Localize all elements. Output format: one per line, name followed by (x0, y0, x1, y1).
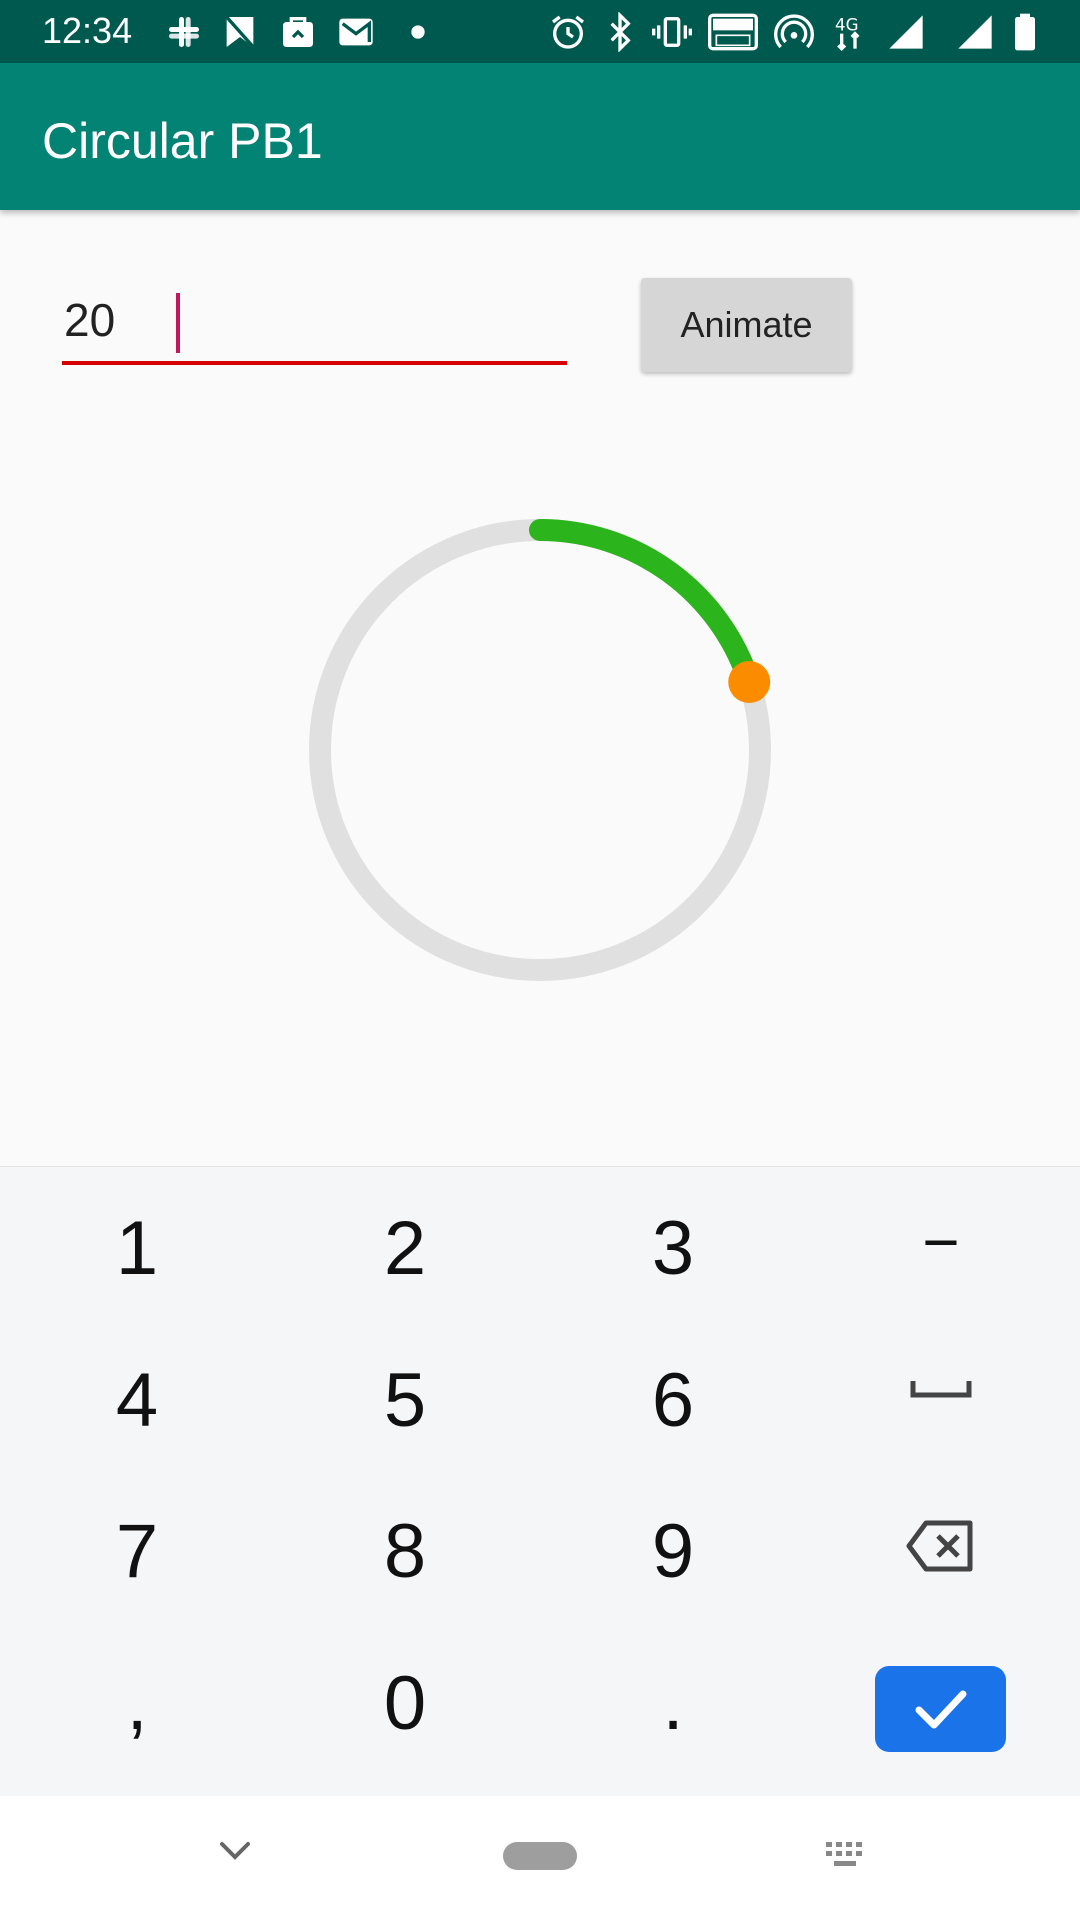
key-8[interactable]: 8 (270, 1470, 540, 1620)
bookmark-icon (220, 12, 260, 52)
key-3[interactable]: 3 (538, 1167, 808, 1317)
number-input[interactable]: 20 (62, 285, 567, 365)
key-space[interactable] (806, 1319, 1076, 1469)
circular-progress (300, 510, 780, 990)
input-underline (62, 361, 567, 365)
animate-button[interactable]: Animate (641, 278, 852, 372)
vibrate-icon (652, 12, 692, 52)
key-5[interactable]: 5 (270, 1319, 540, 1469)
keyboard-icon[interactable] (824, 1840, 868, 1870)
key-backspace[interactable] (806, 1470, 1076, 1620)
bluetooth-icon (600, 12, 640, 52)
key-comma[interactable]: , (2, 1622, 272, 1772)
chevron-down-icon[interactable] (218, 1840, 252, 1862)
navigation-bar (0, 1796, 1080, 1920)
progress-thumb[interactable] (728, 661, 771, 704)
number-input-value: 20 (64, 294, 116, 346)
progress-arc (529, 519, 761, 694)
key-0[interactable]: 0 (270, 1622, 540, 1772)
signal-icon (955, 12, 995, 52)
key-2[interactable]: 2 (270, 1167, 540, 1317)
dot-icon (398, 12, 438, 52)
status-time: 12:34 (42, 10, 133, 51)
network-4g-icon: 4G (830, 12, 870, 52)
home-pill-icon[interactable] (503, 1842, 577, 1870)
backspace-icon (906, 1520, 973, 1572)
key-1[interactable]: 1 (2, 1167, 272, 1317)
key-9[interactable]: 9 (538, 1470, 808, 1620)
bag-icon (278, 12, 318, 52)
status-bar: 12:34 4G (0, 0, 1080, 63)
text-cursor (176, 293, 180, 353)
enter-key[interactable] (875, 1666, 1006, 1752)
gmail-icon (336, 12, 376, 52)
alarm-icon (548, 12, 588, 52)
app-bar: Circular PB1 (0, 63, 1080, 210)
key-minus[interactable]: − (806, 1167, 1076, 1317)
check-icon (915, 1690, 967, 1729)
key-6[interactable]: 6 (538, 1319, 808, 1469)
hotspot-icon (774, 12, 814, 52)
signal-icon (886, 12, 926, 52)
key-4[interactable]: 4 (2, 1319, 272, 1469)
key-period[interactable]: . (538, 1622, 808, 1772)
volte-icon (708, 12, 758, 52)
key-7[interactable]: 7 (2, 1470, 272, 1620)
space-icon (910, 1381, 972, 1398)
battery-icon (1010, 12, 1040, 52)
circular-progress-svg (309, 519, 771, 981)
numeric-keyboard: 1 2 3 − 4 5 6 7 8 9 , 0 . (0, 1166, 1080, 1797)
slack-icon (164, 12, 204, 52)
app-title: Circular PB1 (42, 113, 323, 169)
